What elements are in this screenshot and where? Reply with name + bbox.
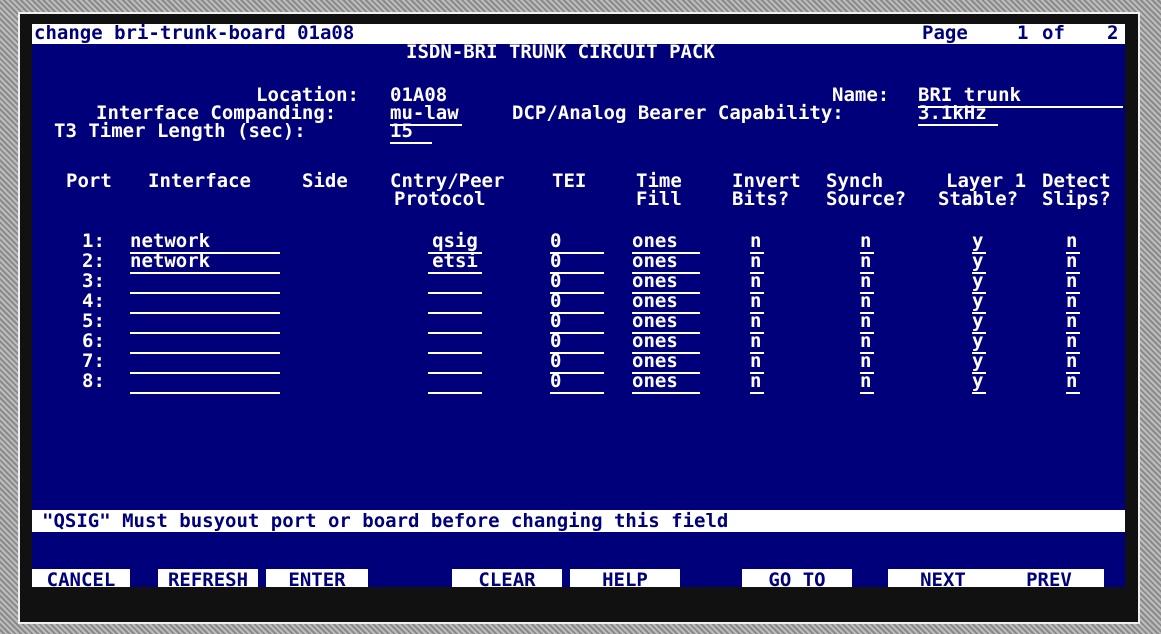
terminal-screen: change bri-trunk-board 01a08 Page 1 of 2… (32, 24, 1125, 587)
col-slips: Slips? (1042, 188, 1111, 210)
page-heading: ISDN-BRI TRUNK CIRCUIT PACK (406, 41, 715, 63)
refresh-button[interactable]: REFRESH (158, 569, 258, 587)
clear-field-button[interactable]: CLEAR FIELD (452, 569, 562, 587)
cancel-button[interactable]: CANCEL (32, 569, 130, 587)
col-fill: Fill (636, 188, 682, 210)
page-total: 2 (1107, 24, 1119, 44)
t3-timer-field[interactable]: 15 (390, 122, 432, 144)
protocol-field[interactable] (428, 352, 482, 374)
interface-field[interactable] (130, 272, 280, 294)
enter-button[interactable]: ENTER (266, 569, 368, 587)
prev-page-button[interactable]: PREV PAGE (994, 569, 1104, 587)
protocol-field[interactable]: etsi (428, 252, 482, 274)
interface-field[interactable] (130, 352, 280, 374)
page-current: 1 (1017, 24, 1029, 44)
help-button[interactable]: HELP (570, 569, 680, 587)
col-bits: Bits? (732, 188, 790, 210)
row-port: 1: (82, 230, 105, 252)
interface-field[interactable] (130, 312, 280, 334)
command-line: change bri-trunk-board 01a08 (34, 24, 355, 44)
interface-field[interactable] (130, 292, 280, 314)
row-port: 6: (82, 330, 105, 352)
protocol-field[interactable] (428, 372, 482, 394)
row-port: 4: (82, 290, 105, 312)
tei-field[interactable]: 0 (550, 372, 604, 394)
protocol-field[interactable] (428, 272, 482, 294)
protocol-field[interactable] (428, 332, 482, 354)
col-port: Port (66, 170, 112, 192)
invert-bits-field[interactable]: n (750, 372, 764, 394)
layer1-stable-field[interactable]: y (972, 372, 986, 394)
row-port: 8: (82, 370, 105, 392)
row-port: 2: (82, 250, 105, 272)
col-side: Side (302, 170, 348, 192)
row-port: 3: (82, 270, 105, 292)
col-source: Source? (826, 188, 907, 210)
next-page-button[interactable]: NEXT PAGE (888, 569, 998, 587)
interface-field[interactable]: network (130, 252, 280, 274)
row-port: 5: (82, 310, 105, 332)
interface-field[interactable] (130, 332, 280, 354)
protocol-field[interactable] (428, 312, 482, 334)
protocol-field[interactable] (428, 292, 482, 314)
time-fill-field[interactable]: ones (632, 372, 700, 394)
synch-source-field[interactable]: n (860, 372, 874, 394)
go-to-page-button[interactable]: GO TO PAGE (742, 569, 852, 587)
col-protocol: Protocol (394, 188, 486, 210)
col-tei: TEI (552, 170, 587, 192)
page-of: of (1042, 24, 1065, 44)
message-bar: "QSIG" Must busyout port or board before… (32, 510, 1125, 532)
page-label: Page (922, 24, 968, 44)
col-interface: Interface (148, 170, 251, 192)
row-port: 7: (82, 350, 105, 372)
t3-timer-label: T3 Timer Length (sec): (54, 120, 306, 142)
detect-slips-field[interactable]: n (1066, 372, 1080, 394)
bearer-capability-label: DCP/Analog Bearer Capability: (512, 102, 844, 124)
interface-field[interactable] (130, 372, 280, 394)
col-stable: Stable? (938, 188, 1019, 210)
bearer-capability-field[interactable]: 3.1kHz (918, 104, 998, 126)
message-text: "QSIG" Must busyout port or board before… (42, 510, 729, 532)
